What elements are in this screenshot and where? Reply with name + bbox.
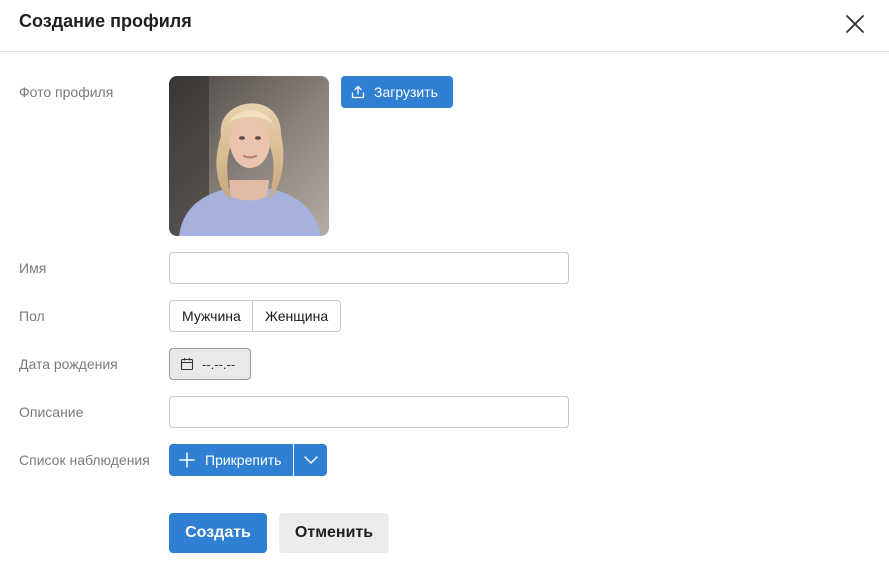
watchlist-label: Список наблюдения [19, 452, 150, 468]
plus-icon [179, 452, 195, 468]
profile-photo-image [169, 76, 329, 236]
upload-button[interactable]: Загрузить [341, 76, 453, 108]
photo-label: Фото профиля [19, 84, 114, 100]
birthdate-label: Дата рождения [19, 356, 118, 372]
calendar-icon [180, 358, 194, 371]
upload-icon [351, 85, 365, 99]
dialog-title: Создание профиля [19, 11, 192, 31]
cancel-button[interactable]: Отменить [279, 513, 389, 553]
description-label: Описание [19, 404, 84, 420]
attach-button-label: Прикрепить [205, 452, 282, 468]
gender-option-female[interactable]: Женщина [253, 300, 341, 332]
name-label: Имя [19, 260, 47, 276]
watchlist-attach-group: Прикрепить [169, 444, 327, 476]
upload-button-label: Загрузить [374, 84, 438, 100]
profile-photo [169, 76, 329, 236]
birthdate-value: --.--.-- [202, 356, 236, 372]
close-icon[interactable] [843, 12, 867, 36]
chevron-down-icon [303, 456, 318, 464]
birthdate-picker[interactable]: --.--.-- [169, 348, 251, 380]
gender-selector: Мужчина Женщина [169, 300, 341, 332]
attach-dropdown-button[interactable] [294, 444, 327, 476]
gender-option-male[interactable]: Мужчина [169, 300, 253, 332]
dialog-header: Создание профиля [0, 0, 889, 52]
description-input[interactable] [169, 396, 569, 428]
name-input[interactable] [169, 252, 569, 284]
create-button[interactable]: Создать [169, 513, 267, 553]
gender-label: Пол [19, 308, 45, 324]
attach-button[interactable]: Прикрепить [169, 444, 293, 476]
